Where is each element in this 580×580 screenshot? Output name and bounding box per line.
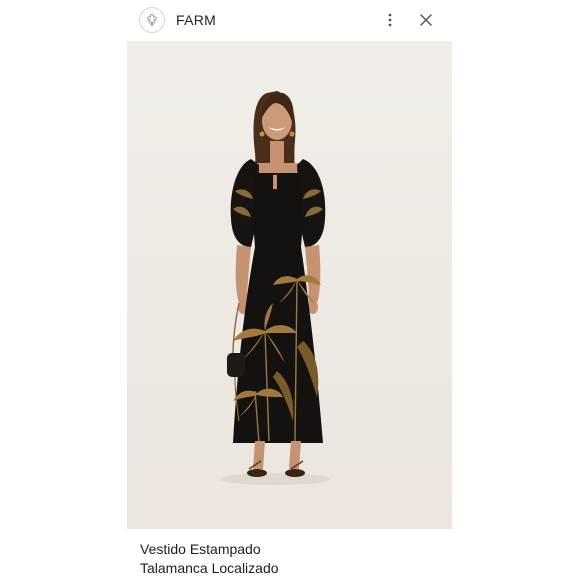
brand-logo[interactable] <box>139 7 165 33</box>
product-title: Vestido Estampado Talamanca Localizado <box>140 540 440 578</box>
brand-name: FARM <box>176 12 217 28</box>
flower-logo-icon <box>147 14 157 26</box>
product-title-line-2: Talamanca Localizado <box>140 560 279 576</box>
close-button[interactable] <box>414 8 438 32</box>
product-title-line-1: Vestido Estampado <box>140 541 261 557</box>
more-vertical-icon <box>388 13 392 27</box>
app-header: FARM <box>127 0 452 40</box>
product-photo[interactable] <box>127 41 452 529</box>
close-icon <box>420 14 432 26</box>
more-options-button[interactable] <box>378 8 402 32</box>
model-illustration <box>127 41 452 529</box>
